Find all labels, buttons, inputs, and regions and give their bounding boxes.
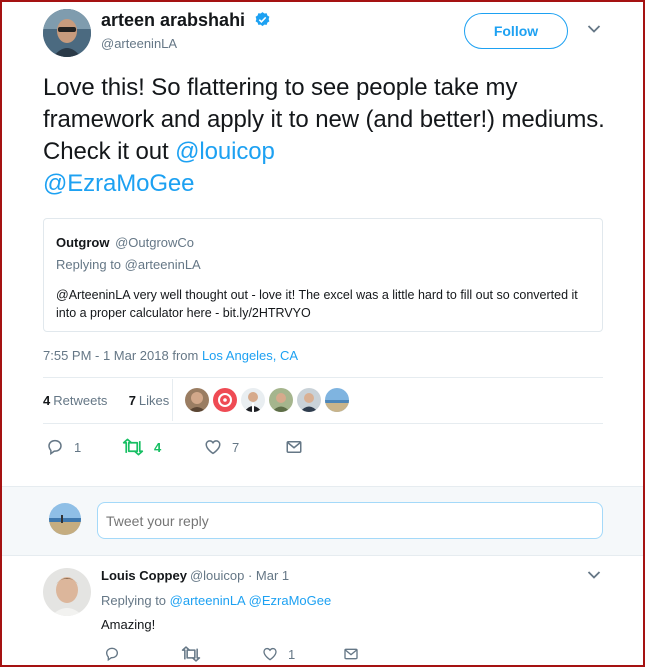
mention-ezramogee-reply[interactable]: @EzraMoGee (249, 593, 332, 608)
retweet-icon (181, 646, 201, 662)
chevron-down-icon[interactable] (587, 570, 601, 580)
tweet-text-body: Love this! So flattering to see people t… (43, 74, 605, 165)
retweets-stat[interactable]: 4 Retweets (43, 393, 107, 408)
like-count: 7 (232, 439, 240, 455)
reply-icon (48, 439, 62, 456)
author-handle[interactable]: @arteeninLA (101, 36, 177, 51)
quote-author-name: Outgrow (56, 235, 110, 250)
tweet-timestamp: 7:55 PM - 1 Mar 2018 from Los Angeles, C… (43, 348, 298, 363)
replying-prefix: Replying to (101, 593, 170, 608)
retweet-icon (122, 438, 144, 456)
liker-avatar[interactable] (325, 388, 349, 412)
quote-text: @ArteeninLA very well thought out - love… (56, 288, 578, 320)
tweet-actions: 1 4 7 (43, 438, 603, 458)
author-name[interactable]: arteen arabshahi (101, 10, 271, 31)
quote-author-handle: @OutgrowCo (115, 235, 195, 250)
likes-count: 7 (128, 393, 136, 408)
mention-ezramogee[interactable]: @EzraMoGee (43, 170, 195, 197)
timestamp-text: 7:55 PM - 1 Mar 2018 from (43, 348, 202, 363)
comment-date[interactable]: · Mar 1 (244, 568, 289, 583)
liker-avatar[interactable] (213, 388, 237, 412)
divider (43, 423, 603, 424)
chevron-down-icon[interactable] (587, 24, 601, 34)
comment-replying-to: Replying to @arteeninLA @EzraMoGee (101, 593, 331, 608)
retweet-action[interactable]: 4 (122, 438, 161, 456)
commenter-avatar[interactable] (43, 568, 91, 616)
divider (43, 377, 603, 378)
liker-avatar[interactable] (241, 388, 265, 412)
envelope-icon (344, 648, 358, 660)
quoted-tweet[interactable]: Outgrow @OutgrowCo Replying to @arteenin… (43, 218, 603, 332)
tweet-text: Love this! So flattering to see people t… (43, 72, 613, 200)
tweet-stats: 4 Retweets 7 Likes (43, 393, 169, 408)
comment-actions: 1 (101, 646, 601, 666)
mention-louicop[interactable]: @louicop (175, 138, 275, 165)
likes-stat[interactable]: 7 Likes (129, 393, 170, 408)
comment-message-action[interactable] (343, 646, 359, 662)
reply-action[interactable]: 1 (46, 438, 81, 456)
retweets-label: Retweets (53, 393, 108, 408)
comment-like-count: 1 (288, 646, 296, 662)
quote-replying-to: Replying to @arteeninLA (56, 257, 201, 272)
heart-icon (263, 647, 277, 661)
author-avatar[interactable] (43, 9, 91, 57)
envelope-icon (286, 441, 302, 453)
tweet-reply-input[interactable] (97, 502, 603, 539)
retweet-count: 4 (154, 439, 162, 455)
verified-icon (255, 12, 270, 27)
author-name-text[interactable]: arteen arabshahi (101, 10, 245, 30)
message-action[interactable] (285, 438, 303, 456)
heart-icon (205, 440, 221, 455)
comment-reply-action[interactable] (104, 646, 120, 662)
commenter-name[interactable]: Louis Coppey (101, 568, 187, 583)
commenter-handle[interactable]: @louicop (190, 568, 244, 583)
location-link[interactable]: Los Angeles, CA (202, 348, 298, 363)
comment-retweet-action[interactable] (181, 646, 201, 662)
mention-arteeninla[interactable]: @arteeninLA (170, 593, 245, 608)
quote-author: Outgrow @OutgrowCo (56, 235, 194, 250)
comment-like-action[interactable]: 1 (262, 646, 295, 662)
comment-text: Amazing! (101, 617, 156, 632)
like-action[interactable]: 7 (204, 438, 239, 456)
follow-button[interactable]: Follow (464, 13, 568, 49)
retweets-count: 4 (43, 393, 51, 408)
likers-avatars (185, 388, 349, 412)
reply-count: 1 (74, 439, 82, 455)
likes-label: Likes (138, 393, 170, 408)
current-user-avatar (49, 503, 81, 535)
comment-header: Louis Coppey @louicop · Mar 1 (101, 568, 289, 583)
stats-separator (172, 379, 173, 421)
reply-icon (105, 647, 119, 662)
liker-avatar[interactable] (185, 388, 209, 412)
liker-avatar[interactable] (269, 388, 293, 412)
liker-avatar[interactable] (297, 388, 321, 412)
